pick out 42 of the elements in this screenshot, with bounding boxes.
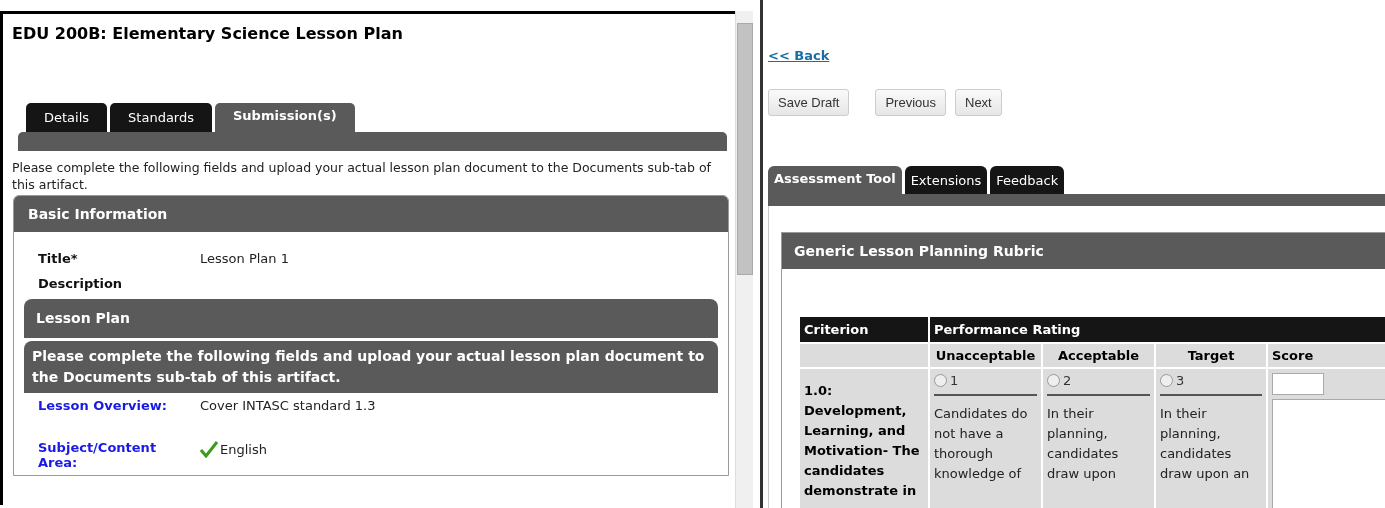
column-header: Unacceptable — [929, 343, 1042, 368]
section-header: Lesson Plan — [24, 299, 718, 338]
rating-description: In their planning, candidates draw upon — [1047, 405, 1120, 483]
score-field[interactable] — [1272, 373, 1324, 395]
column-header: Target — [1155, 343, 1267, 368]
field-label: Subject/Content Area: — [38, 440, 158, 470]
field-value: English — [220, 441, 267, 457]
section-header: Basic Information — [14, 196, 728, 232]
rating-description: In their planning, candidates draw upon an — [1160, 405, 1251, 483]
radio-button[interactable] — [1160, 374, 1173, 387]
check-icon — [200, 440, 218, 458]
field-value: Lesson Plan 1 — [200, 251, 290, 266]
rating-value: 3 — [1176, 373, 1185, 388]
instructions-text: Please complete the following fields and upload your actual lesson plan document to the Documents sub-tab of this artifact. — [12, 159, 712, 193]
field-label: Title* — [38, 251, 79, 266]
page-title: EDU 200B: Elementary Science Lesson Plan — [12, 24, 404, 43]
tab[interactable]: Standards — [110, 103, 212, 132]
tab[interactable]: Feedback — [990, 166, 1065, 194]
tab[interactable]: Assessment Tool — [768, 166, 902, 194]
section-header: Please complete the following fields and upload your actual lesson plan document to the Documents sub-tab of this artifact. — [24, 341, 718, 393]
rubric-title: Generic Lesson Planning Rubric — [782, 233, 1385, 269]
tab[interactable]: Extensions — [904, 166, 988, 194]
column-header: Score — [1267, 343, 1385, 368]
column-header: Criterion — [799, 316, 929, 343]
field-label: Lesson Overview: — [38, 398, 168, 413]
tab[interactable]: Details — [26, 103, 108, 132]
radio-button[interactable] — [934, 374, 947, 387]
column-header: Acceptable — [1042, 343, 1155, 368]
radio-button[interactable] — [1047, 374, 1060, 387]
toolbar-button[interactable]: Next — [955, 89, 1002, 116]
rating-value: 2 — [1063, 373, 1072, 388]
rating-value: 1 — [950, 373, 959, 388]
toolbar-button[interactable]: Save Draft — [768, 89, 850, 116]
back-link[interactable]: << Back — [768, 48, 830, 63]
scrollbar[interactable] — [735, 11, 753, 508]
rating-description: Candidates do not have a thorough knowledge of — [934, 405, 1029, 483]
field-label: Description — [38, 276, 124, 291]
toolbar-button[interactable]: Previous — [875, 89, 946, 116]
column-header: Performance Rating — [929, 316, 1385, 343]
tab[interactable]: Submission(s) — [215, 103, 355, 132]
criterion-text: 1.0: Development, Learning, and Motivation- The candidates demonstrate in — [804, 382, 921, 500]
field-value: Cover INTASC standard 1.3 — [200, 398, 376, 413]
